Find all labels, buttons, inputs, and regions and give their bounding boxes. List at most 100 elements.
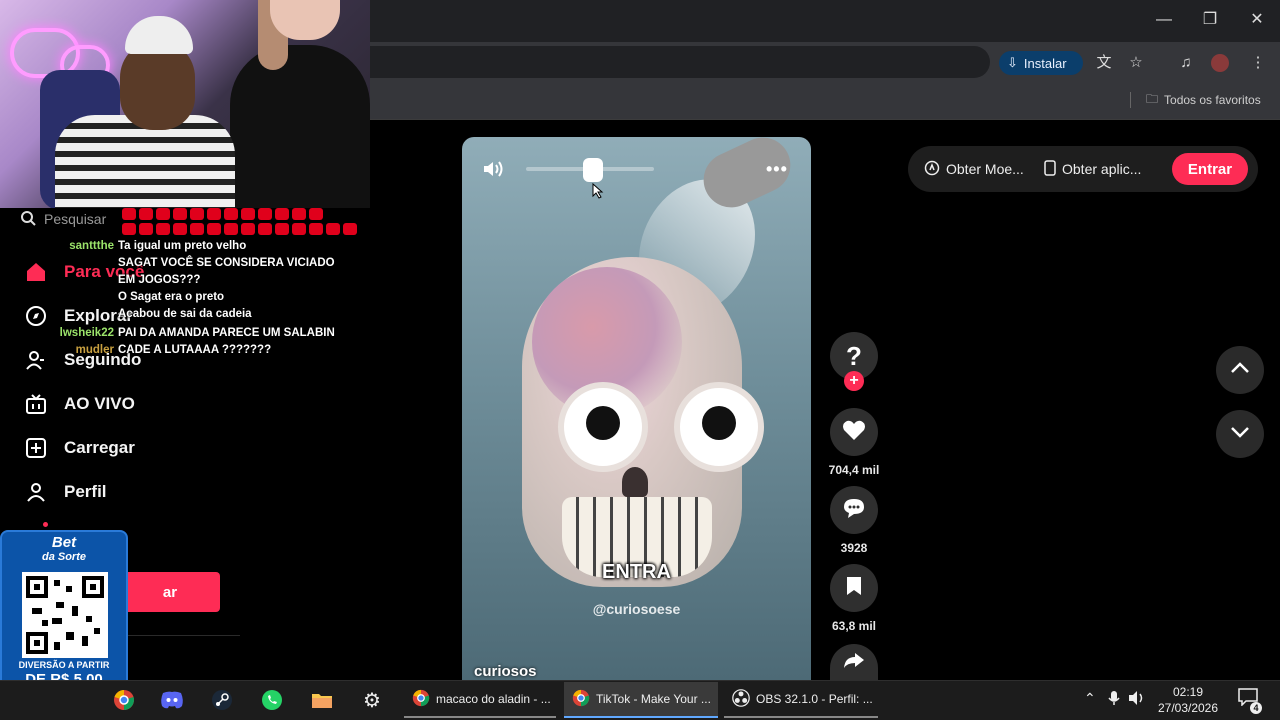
bookmark-icon xyxy=(846,576,862,601)
sidebar-item-label: AO VIVO xyxy=(64,394,135,413)
chat-message: SAGAT VOCÊ SE CONSIDERA VICIADO EM JOGOS… xyxy=(118,257,335,286)
save-button[interactable] xyxy=(830,564,878,612)
video-watermark: @curiosoese xyxy=(592,601,681,617)
follow-plus-icon[interactable]: + xyxy=(844,371,864,391)
chat-line: mudler CADE A LUTAAAA ??????? xyxy=(0,342,350,359)
media-control-icon[interactable]: ♫ xyxy=(1174,51,1198,75)
upload-icon xyxy=(24,436,48,460)
star-icon[interactable]: ☆ xyxy=(1124,51,1148,75)
chat-message: PAI DA AMANDA PARECE UM SALABIN xyxy=(118,327,335,339)
chat-line: O Sagat era o preto xyxy=(0,289,350,306)
taskbar-task-chrome-2[interactable]: TikTok - Make Your ... xyxy=(564,682,718,718)
chat-username xyxy=(0,289,118,306)
taskbar-task-obs[interactable]: OBS 32.1.0 - Perfil: ... xyxy=(724,682,878,718)
folder-icon: 🗀 xyxy=(1146,91,1159,106)
heart-icon xyxy=(842,419,866,446)
task-label: TikTok - Make Your ... xyxy=(596,692,711,706)
all-bookmarks-label: Todos os favoritos xyxy=(1164,93,1261,107)
chat-username xyxy=(0,255,118,289)
minimize-icon[interactable]: — xyxy=(1150,8,1178,32)
speaker-icon[interactable] xyxy=(1128,690,1146,709)
sidebar-item-live[interactable]: AO VIVO xyxy=(24,390,135,418)
address-bar[interactable] xyxy=(370,46,990,78)
person-left-cap xyxy=(125,16,193,54)
comment-count: 3928 xyxy=(840,541,868,555)
search-input[interactable]: Pesquisar xyxy=(20,208,106,230)
clock-date: 27/03/2026 xyxy=(1157,701,1219,715)
chat-username: santtthe xyxy=(69,240,114,252)
person-right xyxy=(230,45,370,208)
more-options-icon[interactable]: ••• xyxy=(766,159,788,180)
qr-code xyxy=(22,572,108,658)
bet-ad-overlay: Bet da Sorte DIVERSÃO A PARTIR DE R$ 5,0… xyxy=(0,530,128,694)
settings-taskbar-icon[interactable]: ⚙ xyxy=(358,686,386,714)
install-icon: ⇩ xyxy=(1007,55,1018,70)
video-author[interactable]: curiosos xyxy=(474,663,537,680)
notification-badge: 4 xyxy=(1250,702,1262,714)
chat-username xyxy=(0,306,118,323)
gear-icon: ⚙ xyxy=(363,689,381,712)
chrome-taskbar-icon[interactable] xyxy=(110,686,138,714)
webcam-overlay xyxy=(0,0,370,208)
bookmarks-divider xyxy=(1130,92,1131,108)
all-bookmarks-button[interactable]: 🗀 Todos os favoritos xyxy=(1146,90,1261,110)
volume-slider-thumb[interactable] xyxy=(582,158,603,182)
taskbar-task-chrome-1[interactable]: macaco do aladin - ... xyxy=(404,682,556,718)
mouse-cursor-icon xyxy=(592,182,604,199)
chrome-icon xyxy=(572,689,590,710)
get-app-label: Obter aplic... xyxy=(1062,161,1142,177)
next-video-button[interactable] xyxy=(1216,410,1264,458)
bet-logo: Bet da Sorte xyxy=(2,534,126,564)
search-icon xyxy=(20,210,36,229)
task-label: OBS 32.1.0 - Perfil: ... xyxy=(756,692,873,706)
get-coins-label: Obter Moe... xyxy=(946,161,1024,177)
volume-icon[interactable] xyxy=(482,159,506,179)
chevron-up-tray-icon[interactable]: ⌃ xyxy=(1084,690,1096,707)
chat-line: lwsheik22 PAI DA AMANDA PARECE UM SALABI… xyxy=(0,325,350,342)
notification-dot xyxy=(43,522,48,527)
profile-avatar[interactable] xyxy=(1208,51,1232,75)
enter-button[interactable]: Entrar xyxy=(1172,153,1248,185)
chevron-up-icon xyxy=(1230,361,1250,379)
login-label: ar xyxy=(162,583,178,601)
chat-line: Acabou de sai da cadeia xyxy=(0,306,350,323)
question-icon: ? xyxy=(846,340,862,371)
bet-ad-line1: DIVERSÃO A PARTIR xyxy=(18,660,110,670)
chat-username: mudler xyxy=(75,344,114,356)
comment-button[interactable] xyxy=(830,486,878,534)
discord-taskbar-icon[interactable] xyxy=(158,686,186,714)
sidebar-item-profile[interactable]: Perfil xyxy=(24,478,107,506)
right-eye xyxy=(674,382,764,472)
sidebar-item-label: Carregar xyxy=(64,438,135,457)
whatsapp-taskbar-icon[interactable] xyxy=(258,686,286,714)
like-count: 704,4 mil xyxy=(828,463,880,477)
sidebar-item-upload[interactable]: Carregar xyxy=(24,434,135,462)
like-button[interactable] xyxy=(830,408,878,456)
chat-message: Acabou de sai da cadeia xyxy=(118,308,252,320)
chat-emote-row xyxy=(122,208,323,220)
file-explorer-taskbar-icon[interactable] xyxy=(308,686,336,714)
get-app-button[interactable]: Obter aplic... xyxy=(1044,158,1141,180)
bet-logo-line1: Bet xyxy=(51,534,77,551)
restore-icon[interactable]: ❐ xyxy=(1196,8,1224,32)
chat-line: santtthe Ta igual um preto velho xyxy=(0,238,350,255)
chat-message: O Sagat era o preto xyxy=(118,291,225,303)
translate-icon[interactable]: 文 xyxy=(1092,51,1116,75)
steam-taskbar-icon[interactable] xyxy=(208,686,236,714)
system-clock[interactable]: 02:19 27/03/2026 xyxy=(1150,684,1226,716)
get-coins-button[interactable]: Obter Moe... xyxy=(924,158,1024,180)
install-app-button[interactable]: ⇩ Instalar xyxy=(999,51,1083,75)
chat-overlay: santtthe Ta igual um preto velho SAGAT V… xyxy=(0,238,350,359)
share-button[interactable] xyxy=(830,644,878,680)
chevron-down-icon xyxy=(1230,425,1250,443)
video-player[interactable]: ••• ENTRA @curiosoese curiosos xyxy=(462,137,811,680)
microphone-icon[interactable] xyxy=(1108,690,1120,709)
search-placeholder: Pesquisar xyxy=(44,211,107,227)
sidebar-item-label: Perfil xyxy=(64,482,107,501)
task-label: macaco do aladin - ... xyxy=(436,692,551,706)
coin-icon xyxy=(924,160,940,179)
close-icon[interactable]: ✕ xyxy=(1243,8,1271,32)
kebab-menu-icon[interactable]: ⋮ xyxy=(1246,51,1270,75)
previous-video-button[interactable] xyxy=(1216,346,1264,394)
skull-nose xyxy=(622,467,648,497)
